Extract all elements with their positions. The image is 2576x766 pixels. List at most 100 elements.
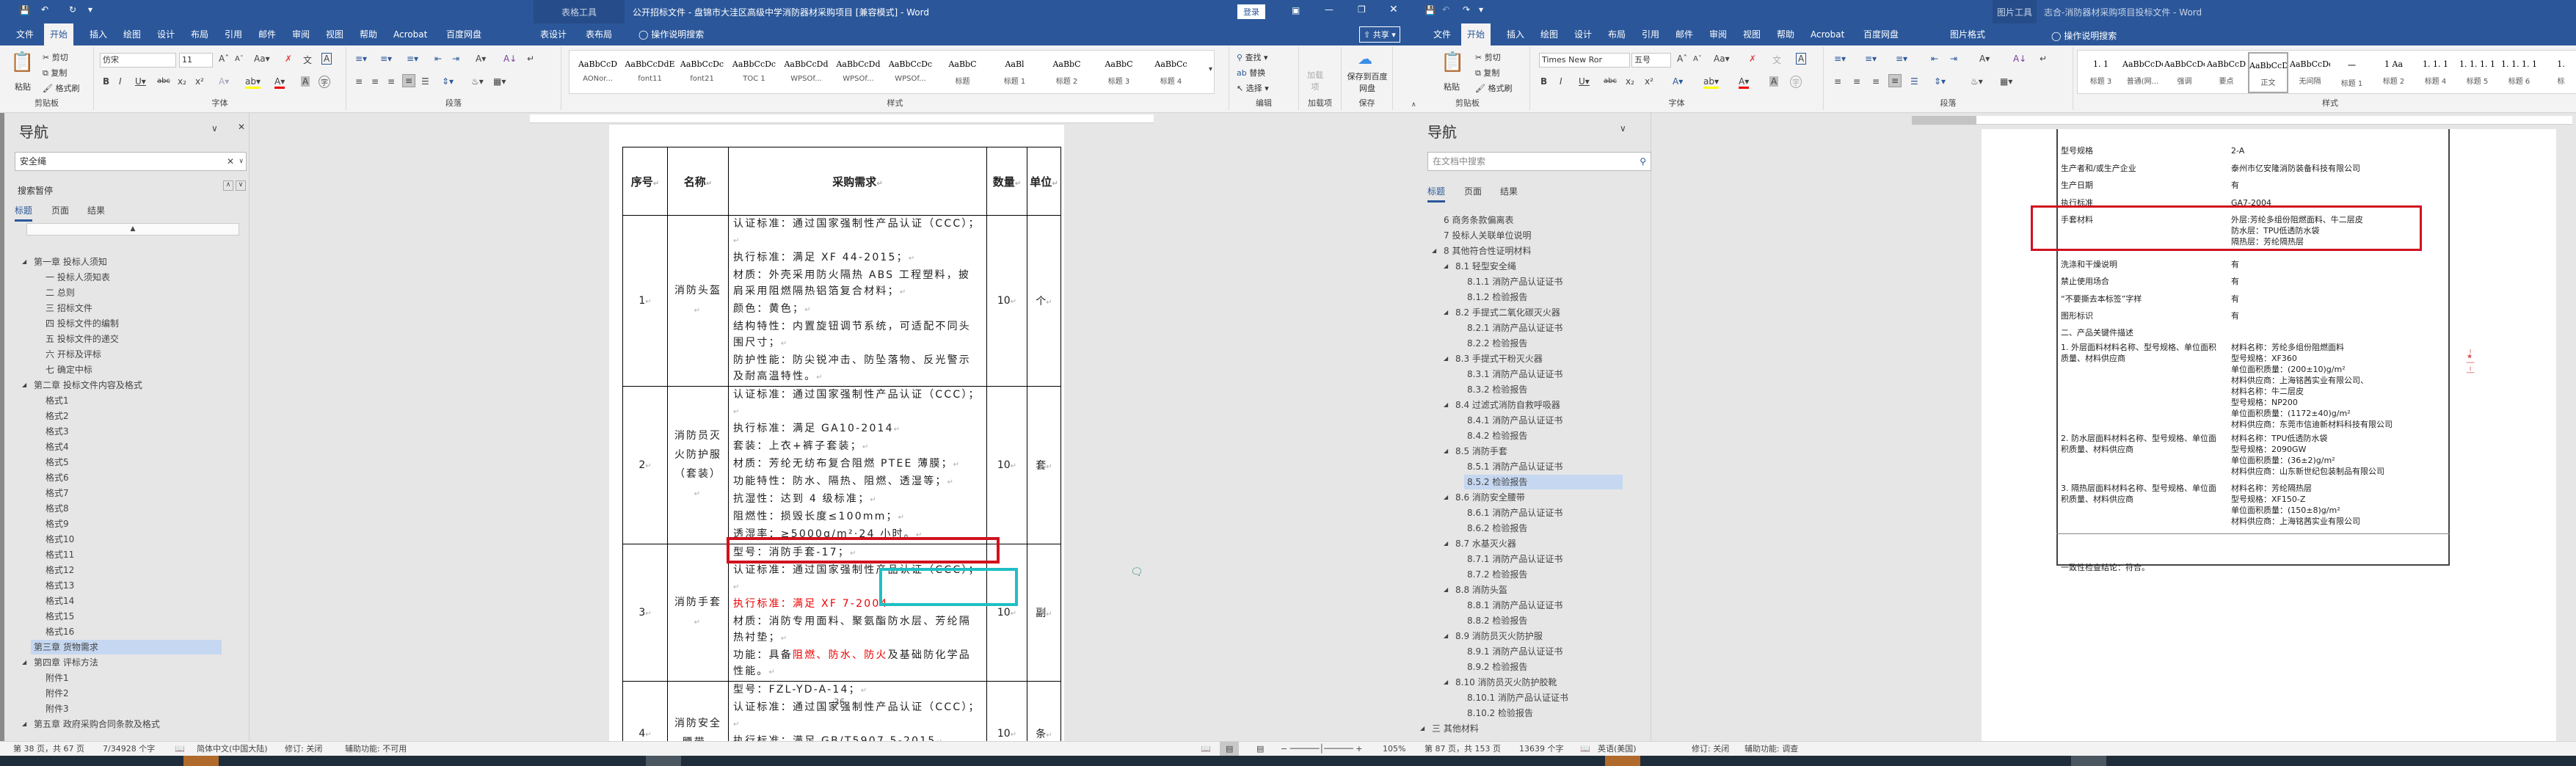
nav-heading-item[interactable]: 格式2 xyxy=(43,409,72,423)
tab-0[interactable]: 文件 xyxy=(1427,23,1457,45)
align-left-icon[interactable]: ≡ xyxy=(355,76,363,87)
customize-toolbar-icon[interactable]: ▾ xyxy=(1479,4,1483,15)
select-button[interactable]: ↖ 选择 ▾ xyxy=(1237,82,1269,94)
nav-heading-item[interactable]: 8.4.2 检验报告 xyxy=(1464,428,1530,443)
nav-heading-item[interactable]: 第五章 政府采购合同条款及格式 xyxy=(31,717,163,732)
addins-button[interactable]: 加载项 xyxy=(1305,69,1325,92)
collapse-ribbon-icon[interactable]: ∧ xyxy=(1411,101,1416,109)
tab-2[interactable]: 插入 xyxy=(1501,23,1530,45)
copy-button[interactable]: ⧉ 复制 xyxy=(43,67,67,79)
nav-tab-pages[interactable]: 页面 xyxy=(51,204,69,216)
underline-icon[interactable]: U▾ xyxy=(1579,76,1590,87)
italic-icon[interactable]: I xyxy=(1560,76,1562,87)
nav-heading-item[interactable]: 一 投标人须知表 xyxy=(43,270,113,285)
style-item[interactable]: 1. 标 xyxy=(2541,52,2576,93)
font-size-combo[interactable]: 五号 xyxy=(1631,53,1671,68)
tab-3[interactable]: 绘图 xyxy=(117,23,147,45)
tab-14[interactable]: 表布局 xyxy=(580,23,618,45)
superscript-icon[interactable]: x² xyxy=(1645,76,1653,87)
track-changes[interactable]: 修订: 关闭 xyxy=(285,742,322,756)
bullets-icon[interactable]: ≡▾ xyxy=(355,54,367,64)
nav-heading-item[interactable]: 第四章 评标方法 xyxy=(31,655,101,670)
nav-heading-item[interactable]: 附件3 xyxy=(43,701,72,716)
highlight-icon[interactable]: ab▾ xyxy=(1703,76,1719,89)
style-item[interactable]: AaBbCcD 要点 xyxy=(2206,52,2246,93)
tab-10[interactable]: 帮助 xyxy=(354,23,383,45)
read-mode-icon[interactable]: 📖 xyxy=(1201,742,1211,756)
font-color-icon[interactable]: A▾ xyxy=(274,76,285,89)
expand-triangle-icon[interactable]: ◢ xyxy=(22,382,26,388)
paste-button[interactable]: 粘贴 xyxy=(1444,81,1460,92)
nav-heading-item[interactable]: 第一章 投标人须知 xyxy=(31,255,110,269)
distributed-icon[interactable]: ☰ xyxy=(1910,76,1918,87)
nav-heading-item[interactable]: 格式7 xyxy=(43,486,72,500)
nav-heading-item[interactable]: 8.6 消防安全腰带 xyxy=(1452,490,1528,505)
undo-icon[interactable]: ↶ xyxy=(1442,4,1449,15)
collapse-all-bar[interactable]: ▲ xyxy=(26,223,239,236)
find-button[interactable]: ⚲ 查找 ▾ xyxy=(1237,51,1268,63)
bold-icon[interactable]: B xyxy=(103,76,109,87)
tab-6[interactable]: 引用 xyxy=(1636,23,1665,45)
decrease-indent-icon[interactable]: ⇤ xyxy=(1931,54,1938,64)
nav-scrollbar[interactable] xyxy=(0,113,4,741)
tab-12[interactable]: 百度网盘 xyxy=(440,23,487,45)
multilevel-list-icon[interactable]: ≡▾ xyxy=(407,54,418,64)
tab-5[interactable]: 布局 xyxy=(185,23,214,45)
nav-heading-item[interactable]: 8.7.2 检验报告 xyxy=(1464,567,1530,582)
nav-heading-item[interactable]: 附件2 xyxy=(43,686,72,701)
font-size-combo[interactable]: 11 xyxy=(179,53,213,68)
login-button[interactable]: 登录 xyxy=(1237,4,1265,19)
expand-triangle-icon[interactable]: ◢ xyxy=(1444,355,1448,362)
shrink-font-icon[interactable]: Aˇ xyxy=(235,55,244,63)
highlight-icon[interactable]: ab▾ xyxy=(245,76,261,89)
nav-heading-item[interactable]: 8.3.2 检验报告 xyxy=(1464,382,1530,397)
nav-heading-item[interactable]: 8.8.1 消防产品认证证书 xyxy=(1464,598,1565,613)
nav-search-input[interactable]: 在文档中搜索 ⚲ xyxy=(1427,152,1651,171)
align-center-icon[interactable]: ≡ xyxy=(371,76,379,87)
nav-heading-item[interactable]: 8.8 消防头盔 xyxy=(1452,583,1510,597)
tab-2[interactable]: 插入 xyxy=(84,23,113,45)
clear-format-icon[interactable]: ✗ xyxy=(1749,54,1756,64)
enclose-char-icon[interactable]: 字 xyxy=(1790,76,1802,88)
nav-heading-item[interactable]: 7 投标人关联单位说明 xyxy=(1441,228,1534,243)
strikethrough-icon[interactable]: abc xyxy=(1604,77,1617,85)
subscript-icon[interactable]: x₂ xyxy=(178,76,186,87)
phonetic-guide-icon[interactable]: 文 xyxy=(303,54,312,66)
style-item[interactable]: AaBbCcDc font21 xyxy=(677,52,727,93)
show-marks-icon[interactable]: ↵ xyxy=(2040,54,2047,64)
nav-heading-item[interactable]: 第三章 货物需求 xyxy=(31,640,222,654)
redo-icon[interactable]: ↷ xyxy=(1463,4,1470,15)
restore-icon[interactable]: ❐ xyxy=(1358,4,1366,15)
font-name-combo[interactable]: Times New Ror xyxy=(1539,53,1630,68)
shading-icon[interactable]: ♨▾ xyxy=(1971,76,1983,87)
nav-heading-item[interactable]: 8.1 轻型安全绳 xyxy=(1452,259,1519,274)
nav-tab-headings[interactable]: 标题 xyxy=(15,204,33,222)
nav-options-icon[interactable]: ∨ xyxy=(211,123,218,134)
tab-9[interactable]: 视图 xyxy=(320,23,349,45)
tab-4[interactable]: 设计 xyxy=(1568,23,1598,45)
comment-icon[interactable]: 🗨 xyxy=(1130,566,1143,578)
line-spacing-icon[interactable]: ⇕▾ xyxy=(1934,76,1946,87)
nav-tab-results[interactable]: 结果 xyxy=(1500,185,1518,197)
tab-8[interactable]: 审阅 xyxy=(286,23,316,45)
tab-12[interactable]: 百度网盘 xyxy=(1858,23,1904,45)
nav-heading-item[interactable]: 8.4.1 消防产品认证证书 xyxy=(1464,413,1565,428)
save-to-baidu-button[interactable]: 保存到百度网盘 xyxy=(1346,70,1389,94)
nav-heading-item[interactable]: 8.3.1 消防产品认证证书 xyxy=(1464,367,1565,382)
expand-triangle-icon[interactable]: ◢ xyxy=(1444,494,1448,500)
nav-heading-item[interactable]: 格式12 xyxy=(43,563,77,577)
paste-icon[interactable]: 📋 xyxy=(10,51,34,73)
nav-heading-item[interactable]: 格式10 xyxy=(43,532,77,547)
expand-triangle-icon[interactable]: ◢ xyxy=(1444,632,1448,639)
style-item[interactable]: 1. 1. 1. 1 标题 6 xyxy=(2499,52,2539,93)
style-item[interactable]: AaBbCcDd WPSOf... xyxy=(833,52,884,93)
tab-7[interactable]: 邮件 xyxy=(252,23,282,45)
nav-heading-item[interactable]: 格式15 xyxy=(43,609,77,624)
tab-1[interactable]: 开始 xyxy=(1461,23,1491,45)
expand-triangle-icon[interactable]: ◢ xyxy=(1444,263,1448,269)
nav-options-icon[interactable]: ∨ xyxy=(1620,123,1626,134)
superscript-icon[interactable]: x² xyxy=(195,76,204,87)
style-item[interactable]: 1. 1. 1. 1 标题 5 xyxy=(2457,52,2497,93)
nav-heading-item[interactable]: 6 商务条款偏离表 xyxy=(1441,213,1516,227)
font-color-icon[interactable]: A▾ xyxy=(1739,76,1750,89)
